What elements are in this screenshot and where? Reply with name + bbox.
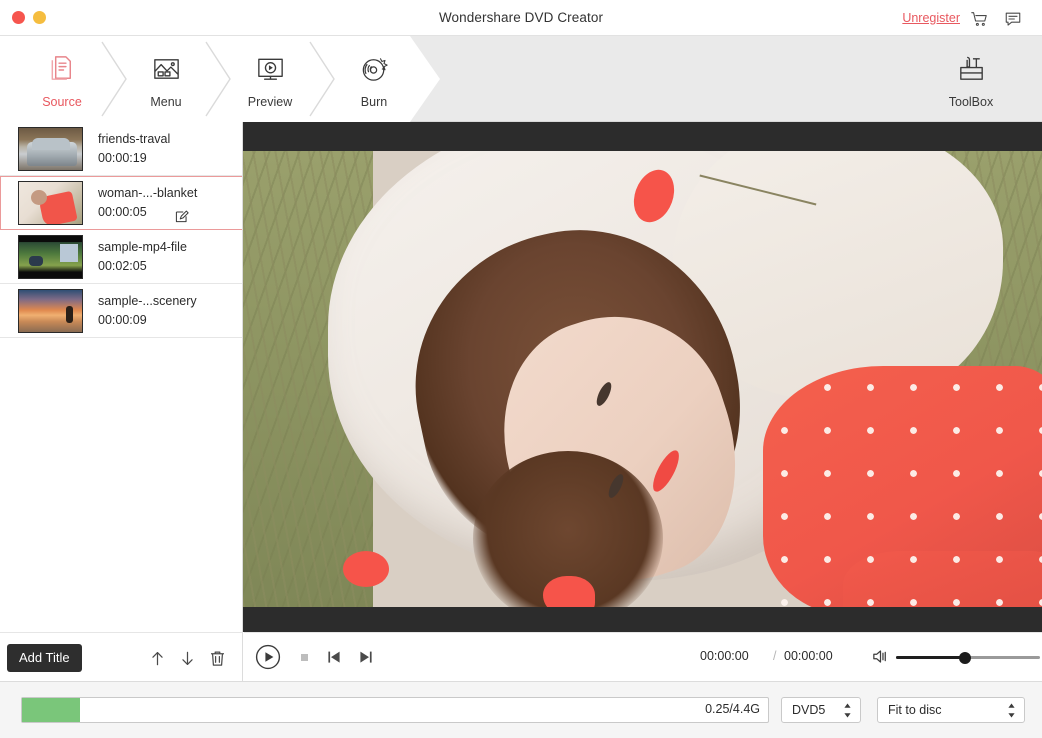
volume-icon[interactable]	[871, 647, 890, 666]
fit-mode-select[interactable]: Fit to disc	[877, 697, 1025, 723]
list-item-title: friends-traval	[98, 131, 170, 148]
step-label: Source	[42, 95, 82, 109]
list-item-meta: sample-...scenery 00:00:09	[98, 293, 197, 329]
disc-type-value: DVD5	[782, 703, 825, 717]
thumbnail	[18, 289, 83, 333]
disc-usage-label: 0.25/4.4G	[705, 702, 760, 716]
list-item-meta: sample-mp4-file 00:02:05	[98, 239, 187, 275]
monitor-play-icon	[254, 50, 287, 90]
play-circle-icon[interactable]	[255, 644, 281, 670]
disc-usage-fill	[22, 698, 80, 722]
time-separator: /	[773, 649, 776, 663]
thumbnail	[18, 127, 83, 171]
disc-type-select[interactable]: DVD5	[781, 697, 861, 723]
documents-icon	[46, 50, 79, 90]
disc-usage-bar[interactable]: 0.25/4.4G	[21, 697, 769, 723]
step-label: Menu	[150, 95, 181, 109]
stop-icon[interactable]	[293, 646, 315, 668]
list-item[interactable]: woman-...-blanket 00:00:05	[0, 176, 242, 230]
fit-mode-value: Fit to disc	[878, 703, 942, 717]
list-item[interactable]: sample-mp4-file 00:02:05	[0, 230, 242, 284]
thumbnail	[18, 235, 83, 279]
skip-next-icon[interactable]	[355, 646, 377, 668]
step-navigation-bar: Source Menu	[0, 36, 1042, 122]
trash-icon[interactable]	[206, 647, 228, 669]
step-tab-menu[interactable]: Menu	[114, 36, 218, 122]
list-item-title: sample-...scenery	[98, 293, 197, 310]
list-item[interactable]: friends-traval 00:00:19	[0, 122, 242, 176]
list-item-duration: 00:00:09	[98, 312, 197, 329]
volume-thumb[interactable]	[959, 652, 971, 664]
app-window: Wondershare DVD Creator Unregister	[0, 0, 1042, 738]
title-bar: Wondershare DVD Creator Unregister	[0, 0, 1042, 36]
title-list-sidebar[interactable]: friends-traval 00:00:19 woman-...-blanke…	[0, 122, 243, 632]
list-item-title: woman-...-blanket	[98, 185, 197, 202]
step-tab-preview[interactable]: Preview	[218, 36, 322, 122]
list-item-duration: 00:00:19	[98, 150, 170, 167]
video-preview-panel[interactable]	[243, 122, 1042, 632]
arrow-up-icon[interactable]	[146, 647, 168, 669]
toolbox-label: ToolBox	[949, 95, 993, 109]
video-frame	[243, 151, 1042, 607]
list-item[interactable]: sample-...scenery 00:00:09	[0, 284, 242, 338]
disc-burn-icon	[358, 50, 391, 90]
step-tab-burn[interactable]: Burn	[322, 36, 426, 122]
stepper-arrows-icon	[843, 702, 852, 719]
stepper-arrows-icon	[1007, 702, 1016, 719]
skip-previous-icon[interactable]	[323, 646, 345, 668]
window-title: Wondershare DVD Creator	[0, 10, 1042, 25]
chat-icon[interactable]	[1004, 10, 1022, 28]
total-time: 00:00:00	[784, 649, 833, 663]
current-time: 00:00:00	[700, 649, 749, 663]
arrow-down-icon[interactable]	[176, 647, 198, 669]
list-item-duration: 00:02:05	[98, 258, 187, 275]
volume-fill	[896, 656, 966, 659]
unregister-link[interactable]: Unregister	[902, 11, 960, 25]
list-item-meta: friends-traval 00:00:19	[98, 131, 170, 167]
step-label: Preview	[248, 95, 292, 109]
title-list-toolbar: Add Title	[0, 632, 243, 681]
thumbnail	[18, 181, 83, 225]
edit-pencil-icon[interactable]	[175, 209, 190, 224]
image-gallery-icon	[150, 50, 183, 90]
cart-icon[interactable]	[970, 10, 988, 28]
player-controls-bar: 00:00:00 / 00:00:00	[244, 632, 1042, 681]
toolbox-icon	[954, 49, 989, 89]
toolbox-button[interactable]: ToolBox	[926, 36, 1016, 122]
step-tab-source[interactable]: Source	[10, 36, 114, 122]
add-title-button[interactable]: Add Title	[7, 644, 82, 672]
list-item-title: sample-mp4-file	[98, 239, 187, 256]
step-label: Burn	[361, 95, 387, 109]
volume-slider[interactable]	[896, 656, 1040, 659]
